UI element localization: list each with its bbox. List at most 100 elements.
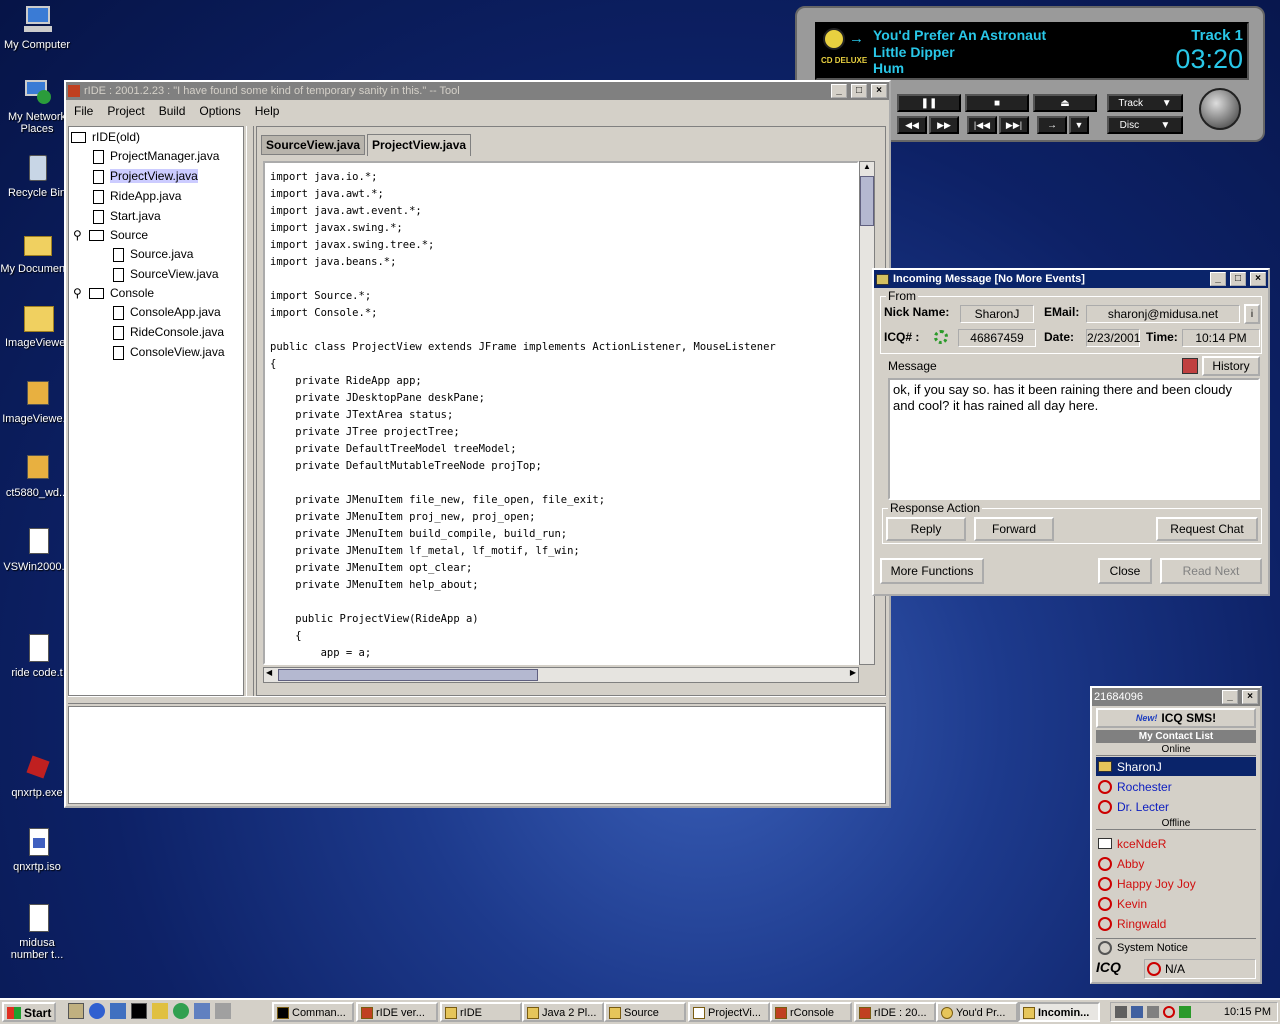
tree-item[interactable]: ProjectManager.java bbox=[93, 148, 219, 164]
scroll-thumb[interactable] bbox=[860, 176, 874, 226]
task-incoming-active[interactable]: Incomin... bbox=[1018, 1002, 1100, 1022]
minimize-button[interactable]: _ bbox=[1210, 272, 1226, 286]
task-cd-player[interactable]: You'd Pr... bbox=[936, 1002, 1018, 1022]
menu-project[interactable]: Project bbox=[107, 104, 144, 118]
edit-icon[interactable] bbox=[152, 1003, 168, 1019]
tab-sourceview[interactable]: SourceView.java bbox=[261, 135, 365, 155]
stop-button[interactable]: ■ bbox=[965, 94, 1029, 112]
maximize-button[interactable]: □ bbox=[851, 84, 867, 98]
task-projectview[interactable]: ProjectVi... bbox=[688, 1002, 770, 1022]
menu-file[interactable]: File bbox=[74, 104, 93, 118]
next-track-button[interactable]: ▶▶| bbox=[999, 116, 1029, 134]
printer-icon[interactable] bbox=[1147, 1006, 1159, 1018]
desktop-icon-ride-code[interactable]: ride code.t bbox=[0, 632, 74, 679]
contact-item[interactable]: Happy Joy Joy bbox=[1096, 874, 1256, 893]
fast-forward-button[interactable]: ▶▶ bbox=[929, 116, 959, 134]
contact-item-selected[interactable]: SharonJ bbox=[1096, 757, 1256, 776]
tree-item-selected[interactable]: ProjectView.java bbox=[93, 168, 198, 184]
task-ride-ver[interactable]: rIDE ver... bbox=[356, 1002, 438, 1022]
users-icon[interactable] bbox=[194, 1003, 210, 1019]
scroll-left-arrow[interactable]: ◀ bbox=[266, 668, 272, 677]
network-icon[interactable] bbox=[1131, 1006, 1143, 1018]
icq-tray-icon[interactable] bbox=[1163, 1006, 1175, 1018]
contact-item[interactable]: Kevin bbox=[1096, 894, 1256, 913]
read-next-button[interactable]: Read Next bbox=[1160, 558, 1262, 584]
volume-knob[interactable] bbox=[1199, 88, 1241, 130]
desktop-icon-network[interactable]: My Network Places bbox=[0, 76, 74, 135]
prev-track-button[interactable]: |◀◀ bbox=[967, 116, 997, 134]
desktop-icon-vswin2000[interactable]: VSWin2000... bbox=[0, 526, 74, 573]
tray-misc-icon[interactable] bbox=[1179, 1006, 1191, 1018]
contact-item[interactable]: Rochester bbox=[1096, 777, 1256, 796]
eject-button[interactable]: ⏏ bbox=[1033, 94, 1097, 112]
tree-item[interactable]: RideConsole.java bbox=[113, 324, 224, 340]
task-source[interactable]: Source bbox=[604, 1002, 686, 1022]
contact-item[interactable]: Dr. Lecter bbox=[1096, 797, 1256, 816]
desktop-icon-recycle-bin[interactable]: Recycle Bin bbox=[0, 152, 74, 199]
console-area[interactable] bbox=[68, 706, 886, 804]
desktop-icon-my-documents[interactable]: My Documents bbox=[0, 228, 74, 275]
contact-item[interactable]: Abby bbox=[1096, 854, 1256, 873]
desktop-icon-qnxrtp-iso[interactable]: qnxrtp.iso bbox=[0, 826, 74, 873]
user-info-button[interactable]: i bbox=[1244, 304, 1260, 324]
pause-button[interactable]: ❚❚ bbox=[897, 94, 961, 112]
icq-sms-button[interactable]: New! ICQ SMS! bbox=[1096, 708, 1256, 728]
tree-item[interactable]: ConsoleView.java bbox=[113, 344, 225, 360]
tree-folder-source[interactable]: ⚲ Source bbox=[73, 227, 148, 243]
console-split-divider[interactable] bbox=[68, 696, 886, 704]
tree-root[interactable]: rIDE(old) bbox=[71, 129, 140, 145]
close-button[interactable]: × bbox=[871, 84, 887, 98]
task-ride-folder[interactable]: rIDE bbox=[440, 1002, 522, 1022]
task-ride-main[interactable]: rIDE : 20... bbox=[854, 1002, 936, 1022]
horizontal-scrollbar[interactable]: ◀ ▶ bbox=[263, 667, 859, 683]
disc-select[interactable]: Disc ▼ bbox=[1107, 116, 1183, 134]
message-text[interactable]: ok, if you say so. has it been raining t… bbox=[888, 378, 1260, 500]
reply-button[interactable]: Reply bbox=[886, 517, 966, 541]
mode-dropdown-button[interactable]: ▼ bbox=[1069, 116, 1089, 134]
menu-build[interactable]: Build bbox=[159, 104, 186, 118]
print-icon[interactable] bbox=[1182, 358, 1198, 374]
shuffle-button[interactable]: → bbox=[1037, 116, 1067, 134]
close-button[interactable]: × bbox=[1250, 272, 1266, 286]
contact-item[interactable]: kceNdeR bbox=[1096, 834, 1256, 853]
status-button[interactable]: N/A bbox=[1144, 959, 1256, 979]
split-divider[interactable] bbox=[246, 126, 254, 696]
close-button[interactable]: × bbox=[1242, 690, 1258, 704]
rewind-button[interactable]: ◀◀ bbox=[897, 116, 927, 134]
task-rconsole[interactable]: rConsole bbox=[770, 1002, 852, 1022]
scroll-right-arrow[interactable]: ▶ bbox=[850, 668, 856, 677]
desktop-icon-qnxrtp-exe[interactable]: qnxrtp.exe bbox=[0, 752, 74, 799]
icq-main-button[interactable]: ICQ bbox=[1096, 959, 1142, 979]
task-command[interactable]: Comman... bbox=[272, 1002, 354, 1022]
volume-icon[interactable] bbox=[1115, 1006, 1127, 1018]
menu-help[interactable]: Help bbox=[255, 104, 280, 118]
tree-item[interactable]: ConsoleApp.java bbox=[113, 304, 221, 320]
internet-explorer-icon[interactable] bbox=[89, 1003, 105, 1019]
command-prompt-icon[interactable] bbox=[131, 1003, 147, 1019]
contact-item[interactable]: Ringwald bbox=[1096, 914, 1256, 933]
close-msg-button[interactable]: Close bbox=[1098, 558, 1152, 584]
history-button[interactable]: History bbox=[1202, 356, 1260, 376]
tree-item[interactable]: RideApp.java bbox=[93, 188, 181, 204]
desktop-icon-midusa[interactable]: midusa number t... bbox=[0, 902, 74, 961]
minimize-button[interactable]: _ bbox=[1222, 690, 1238, 704]
more-functions-button[interactable]: More Functions bbox=[880, 558, 984, 584]
desktop-icon-imageviewer-folder[interactable]: ImageViewer bbox=[0, 302, 74, 349]
track-select[interactable]: Track ▼ bbox=[1107, 94, 1183, 112]
menu-options[interactable]: Options bbox=[199, 104, 240, 118]
start-button[interactable]: Start bbox=[2, 1002, 56, 1022]
outlook-icon[interactable] bbox=[110, 1003, 126, 1019]
minimize-button[interactable]: _ bbox=[831, 84, 847, 98]
ide-titlebar[interactable]: rIDE : 2001.2.23 : "I have found some ki… bbox=[66, 82, 889, 100]
maximize-button[interactable]: □ bbox=[1230, 272, 1246, 286]
icq-list-titlebar[interactable]: 21684096 _ × bbox=[1092, 688, 1260, 706]
desktop-icon-imageviewer-exe[interactable]: ImageViewe... bbox=[0, 378, 74, 425]
forward-button[interactable]: Forward bbox=[974, 517, 1054, 541]
tree-folder-console[interactable]: ⚲ Console bbox=[73, 285, 154, 301]
system-notice[interactable]: System Notice bbox=[1096, 938, 1256, 957]
tree-item[interactable]: SourceView.java bbox=[113, 266, 219, 282]
ftp-icon[interactable] bbox=[215, 1003, 231, 1019]
icq-message-titlebar[interactable]: Incoming Message [No More Events] _ □ × bbox=[874, 270, 1268, 288]
task-java2[interactable]: Java 2 Pl... bbox=[522, 1002, 604, 1022]
show-desktop-icon[interactable] bbox=[68, 1003, 84, 1019]
